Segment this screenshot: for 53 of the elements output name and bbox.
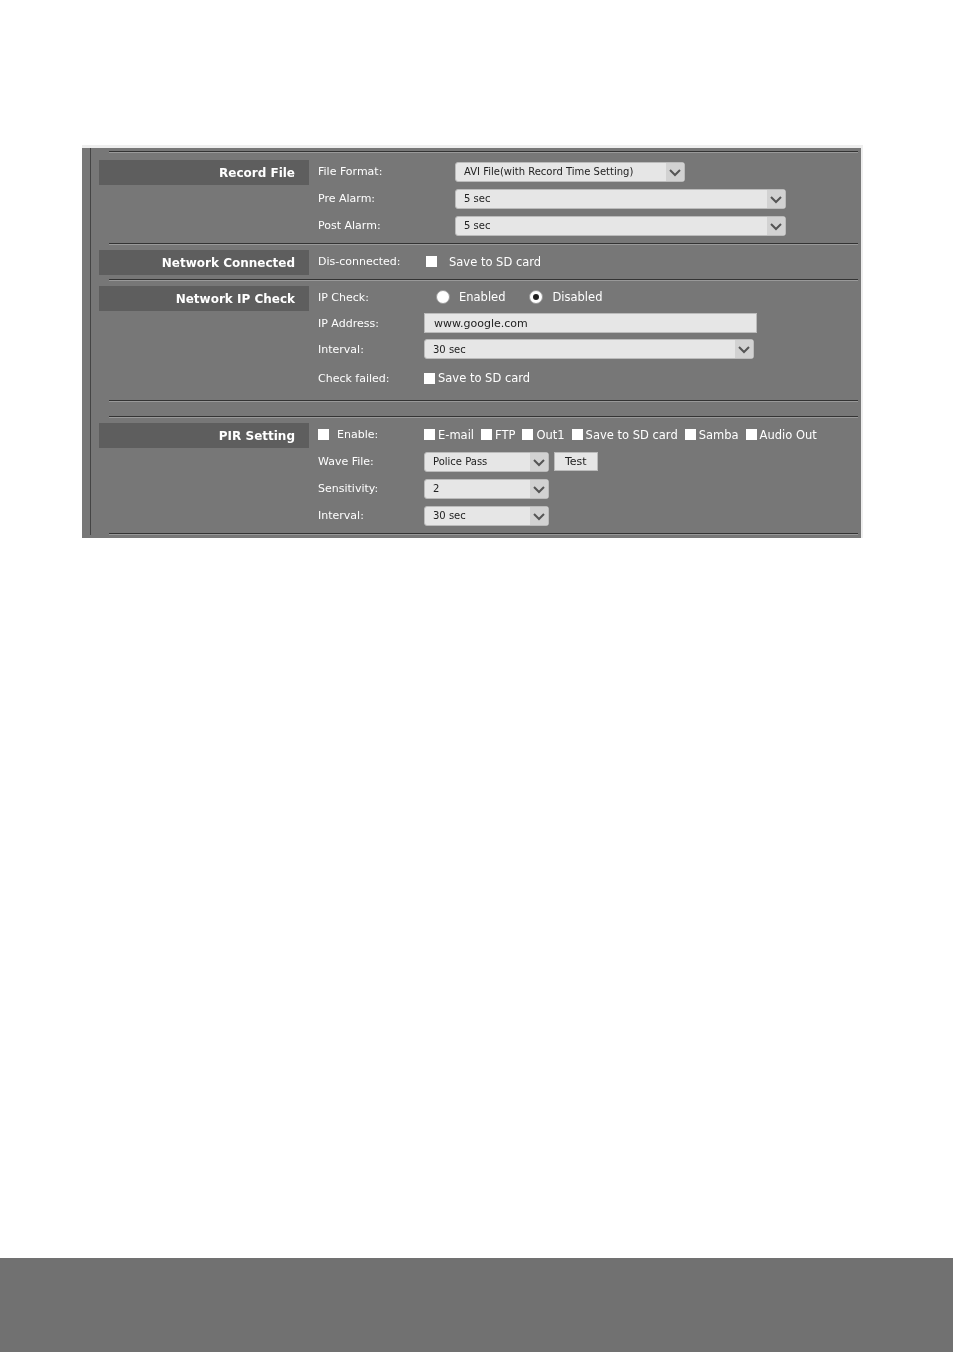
option-label: Disabled	[552, 290, 603, 304]
field-label: IP Address:	[318, 316, 379, 330]
chevron-down-icon	[530, 452, 548, 471]
option-label: Save to SD card	[438, 371, 531, 385]
field-label: Sensitivity:	[318, 482, 379, 495]
option-label: Save to SD card	[585, 427, 678, 442]
dropdown[interactable]: Police Pass	[424, 451, 549, 472]
checkbox[interactable]	[481, 429, 493, 440]
checkbox[interactable]	[318, 429, 329, 440]
chevron-down-icon	[735, 340, 753, 358]
checkbox[interactable]	[426, 256, 437, 267]
chevron-down-icon	[530, 479, 548, 498]
section-header: Network IP Check	[99, 286, 309, 311]
option-label: Samba	[698, 427, 739, 442]
field-label: Enable:	[337, 428, 379, 441]
dropdown[interactable]: AVI File(with Record Time Setting)	[455, 161, 685, 182]
chevron-down-icon	[767, 189, 785, 208]
checkbox[interactable]	[745, 429, 757, 440]
chevron-down-icon	[767, 216, 785, 235]
checkbox[interactable]	[571, 429, 583, 440]
checkbox[interactable]	[522, 429, 534, 440]
field-label: Pre Alarm:	[318, 192, 376, 205]
section-header: Network Connected	[99, 250, 309, 275]
section-header: PIR Setting	[99, 423, 309, 448]
dropdown[interactable]: 30 sec	[424, 505, 549, 526]
option-label: Out1	[536, 427, 565, 442]
radio-button[interactable]	[436, 290, 450, 304]
chevron-down-icon	[530, 506, 548, 525]
dropdown[interactable]: 30 sec	[424, 339, 754, 359]
field-label: Check failed:	[318, 371, 390, 385]
radio-button[interactable]	[529, 290, 544, 304]
dropdown[interactable]: 5 sec	[455, 215, 786, 236]
section-header: Record File	[99, 160, 309, 185]
option-label: E-mail	[438, 427, 475, 442]
field-label: Dis-connected:	[318, 255, 401, 268]
dropdown[interactable]: 5 sec	[455, 188, 786, 209]
checkbox[interactable]	[424, 429, 435, 440]
field-label: Interval:	[318, 509, 364, 522]
field-label: Interval:	[318, 342, 364, 356]
checkbox[interactable]	[684, 429, 696, 440]
option-label: FTP	[495, 427, 516, 442]
chevron-down-icon	[666, 162, 684, 181]
field-label: File Format:	[318, 165, 383, 178]
input-field[interactable]: www.google.com	[424, 313, 757, 333]
dropdown[interactable]: 2	[424, 478, 549, 499]
option-label: Save to SD card	[449, 254, 542, 269]
field-label: Post Alarm:	[318, 219, 381, 232]
checkbox[interactable]	[424, 372, 435, 384]
field-label: IP Check:	[318, 290, 369, 304]
option-label: Audio Out	[759, 427, 817, 442]
test-button[interactable]: Test	[554, 452, 598, 471]
field-label: Wave File:	[318, 455, 374, 468]
option-label: Enabled	[459, 290, 506, 304]
